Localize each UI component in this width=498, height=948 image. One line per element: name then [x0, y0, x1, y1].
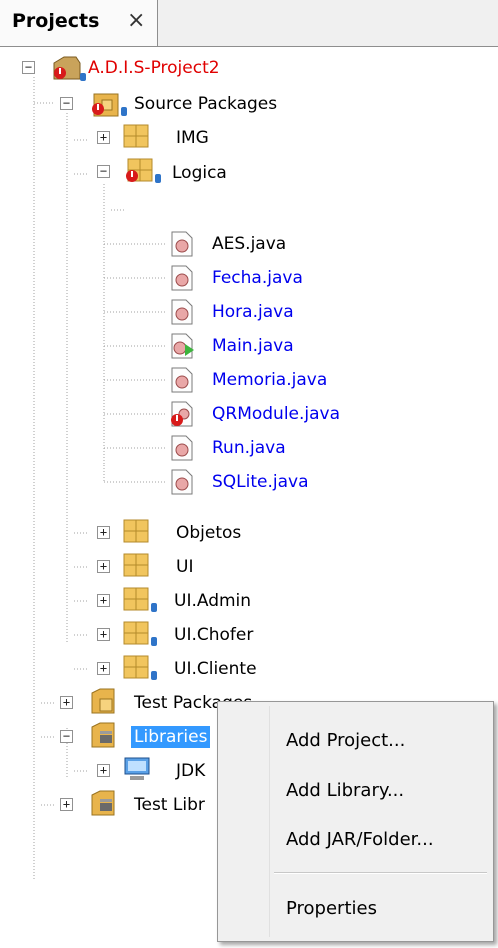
- java-file-error-icon: [171, 401, 193, 427]
- package-icon: [123, 553, 149, 577]
- java-file-icon: [171, 265, 193, 291]
- test-libraries-label[interactable]: Test Libr: [134, 794, 205, 816]
- file-label[interactable]: Main.java: [212, 335, 294, 357]
- expand-icon[interactable]: +: [60, 696, 73, 709]
- java-main-file-icon: [171, 333, 194, 359]
- source-packages-label[interactable]: Source Packages: [134, 93, 277, 115]
- close-icon[interactable]: ×: [127, 8, 145, 33]
- package-icon: [123, 124, 149, 148]
- source-packages-icon: [92, 93, 127, 117]
- menu-item-add-jar-folder[interactable]: Add JAR/Folder...: [286, 829, 434, 850]
- package-label-ui-admin[interactable]: UI.Admin: [174, 590, 251, 612]
- test-libraries-icon: [91, 790, 115, 816]
- java-file-icon: [171, 299, 193, 325]
- java-file-icon: [171, 469, 193, 495]
- package-modified-icon: [123, 655, 157, 680]
- file-label[interactable]: SQLite.java: [212, 471, 309, 493]
- package-label-ui[interactable]: UI: [176, 556, 193, 578]
- file-label[interactable]: Hora.java: [212, 301, 294, 323]
- file-label[interactable]: Memoria.java: [212, 369, 327, 391]
- package-error-icon: [126, 158, 161, 183]
- menu-item-add-library[interactable]: Add Library...: [286, 780, 404, 801]
- context-menu: Add Project... Add Library... Add JAR/Fo…: [217, 701, 494, 942]
- file-label[interactable]: AES.java: [212, 233, 286, 255]
- menu-item-add-project[interactable]: Add Project...: [286, 730, 405, 751]
- package-modified-icon: [123, 621, 157, 646]
- file-label[interactable]: Run.java: [212, 437, 286, 459]
- menu-item-properties[interactable]: Properties: [286, 898, 377, 919]
- package-label-img[interactable]: IMG: [176, 127, 209, 149]
- expand-icon[interactable]: +: [97, 560, 110, 573]
- libraries-icon: [91, 722, 115, 748]
- expand-icon[interactable]: +: [97, 662, 110, 675]
- tab-projects-label: Projects: [12, 10, 100, 32]
- package-label-objetos[interactable]: Objetos: [176, 522, 241, 544]
- expand-icon[interactable]: +: [97, 594, 110, 607]
- collapse-icon[interactable]: −: [60, 97, 73, 110]
- expand-icon[interactable]: +: [97, 764, 110, 777]
- jdk-label[interactable]: JDK: [176, 760, 205, 782]
- expand-icon[interactable]: +: [97, 526, 110, 539]
- collapse-icon[interactable]: −: [60, 730, 73, 743]
- project-icon: [53, 56, 86, 81]
- tab-bar: Projects ×: [0, 0, 498, 46]
- menu-separator: [274, 872, 487, 874]
- menu-gutter: [269, 706, 270, 937]
- package-label-ui-cliente[interactable]: UI.Cliente: [174, 658, 257, 680]
- collapse-icon[interactable]: −: [97, 165, 110, 178]
- package-icon: [123, 519, 149, 543]
- java-file-icon: [171, 231, 193, 257]
- expand-icon[interactable]: +: [60, 798, 73, 811]
- collapse-icon[interactable]: −: [22, 61, 35, 74]
- expand-icon[interactable]: +: [97, 628, 110, 641]
- test-packages-icon: [91, 688, 115, 714]
- tab-projects[interactable]: Projects ×: [0, 0, 158, 46]
- package-modified-icon: [123, 587, 157, 612]
- java-file-icon: [171, 435, 193, 461]
- project-label[interactable]: A.D.I.S-Project2: [88, 57, 220, 79]
- jdk-icon: [124, 757, 150, 780]
- package-label-ui-chofer[interactable]: UI.Chofer: [174, 624, 253, 646]
- java-file-icon: [171, 367, 193, 393]
- expand-icon[interactable]: +: [97, 131, 110, 144]
- libraries-label[interactable]: Libraries: [131, 726, 211, 748]
- file-label[interactable]: Fecha.java: [212, 267, 303, 289]
- package-label-logica[interactable]: Logica: [172, 162, 227, 184]
- file-label[interactable]: QRModule.java: [212, 403, 340, 425]
